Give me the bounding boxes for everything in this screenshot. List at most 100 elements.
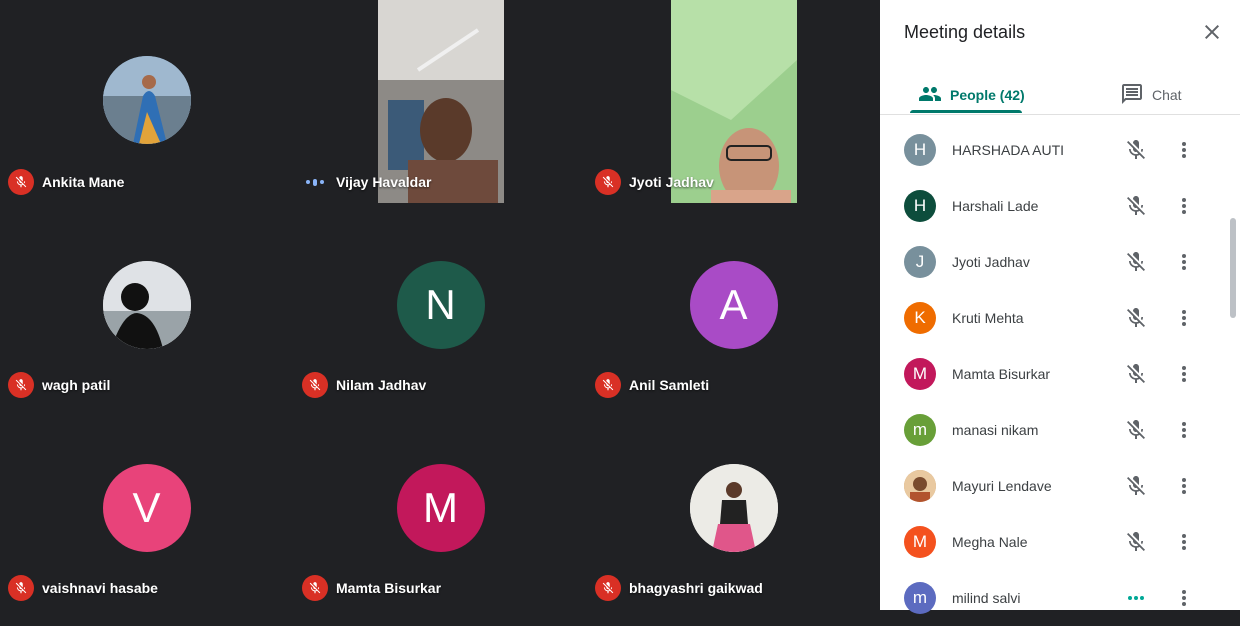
avatar: H <box>904 190 936 222</box>
participant-tile[interactable]: A Anil Samleti <box>587 203 880 406</box>
video-grid: Ankita Mane Vijay Havaldar Jyoti Jadhav … <box>0 0 880 610</box>
list-item[interactable]: H HARSHADA AUTI <box>880 122 1230 178</box>
panel-title: Meeting details <box>904 22 1026 42</box>
person-name: Kruti Mehta <box>952 310 1024 326</box>
list-item[interactable]: J Jyoti Jadhav <box>880 234 1230 290</box>
mic-off-icon[interactable] <box>1124 250 1148 274</box>
avatar <box>904 470 936 502</box>
more-options-icon[interactable] <box>1172 362 1196 386</box>
more-options-icon[interactable] <box>1172 586 1196 610</box>
more-options-icon[interactable] <box>1172 418 1196 442</box>
mic-off-icon <box>302 372 328 398</box>
panel-scrollbar[interactable] <box>1230 218 1236 318</box>
participant-tile[interactable]: Vijay Havaldar <box>294 0 587 203</box>
mic-off-icon[interactable] <box>1124 138 1148 162</box>
more-options-icon[interactable] <box>1172 194 1196 218</box>
person-name: Mayuri Lendave <box>952 478 1052 494</box>
participant-name: vaishnavi hasabe <box>42 580 158 596</box>
mic-off-icon[interactable] <box>1124 418 1148 442</box>
participant-initial-avatar: A <box>689 261 778 349</box>
divider <box>880 114 1240 115</box>
avatar: m <box>904 414 936 446</box>
chat-icon <box>1120 82 1144 109</box>
more-options-icon[interactable] <box>1172 306 1196 330</box>
person-name: Jyoti Jadhav <box>952 254 1030 270</box>
avatar: J <box>904 246 936 278</box>
active-tab-indicator <box>910 110 1022 113</box>
participant-name-row: Ankita Mane <box>8 169 124 195</box>
close-icon[interactable] <box>1200 20 1224 44</box>
mic-off-icon <box>8 169 34 195</box>
mic-off-icon <box>595 372 621 398</box>
avatar: H <box>904 134 936 166</box>
participant-photo-avatar <box>102 261 191 349</box>
list-item[interactable]: M Mamta Bisurkar <box>880 346 1230 402</box>
participant-name: Anil Samleti <box>629 377 710 393</box>
participant-photo-avatar <box>102 56 191 144</box>
person-name: Harshali Lade <box>952 198 1039 214</box>
tab-chat-label: Chat <box>1152 87 1182 103</box>
participant-tile[interactable]: M Mamta Bisurkar <box>294 406 587 609</box>
person-name: milind salvi <box>952 590 1021 606</box>
avatar: m <box>904 582 936 614</box>
list-item[interactable]: M Megha Nale <box>880 514 1230 570</box>
participant-name: wagh patil <box>42 377 111 393</box>
participant-tile[interactable]: V vaishnavi hasabe <box>0 406 293 609</box>
participant-name-row: Nilam Jadhav <box>302 372 426 398</box>
participant-photo-avatar <box>689 464 778 552</box>
participant-initial-avatar: V <box>102 464 191 552</box>
people-icon <box>918 82 942 109</box>
participant-tile[interactable]: Ankita Mane <box>0 0 293 203</box>
mic-off-icon <box>8 575 34 601</box>
participant-name: Ankita Mane <box>42 174 125 190</box>
participant-name-row: Jyoti Jadhav <box>595 169 714 195</box>
avatar: M <box>904 526 936 558</box>
more-options-icon[interactable] <box>1172 138 1196 162</box>
speaking-indicator-icon <box>302 169 328 195</box>
speaking-indicator-icon <box>1124 586 1148 610</box>
mic-off-icon[interactable] <box>1124 530 1148 554</box>
participant-name: Mamta Bisurkar <box>336 580 442 596</box>
more-options-icon[interactable] <box>1172 530 1196 554</box>
list-item[interactable]: m manasi nikam <box>880 402 1230 458</box>
participant-tile[interactable]: wagh patil <box>0 203 293 406</box>
list-item[interactable]: Mayuri Lendave <box>880 458 1230 514</box>
tab-people[interactable]: People (42) <box>918 76 1025 114</box>
participant-name: bhagyashri gaikwad <box>629 580 763 596</box>
more-options-icon[interactable] <box>1172 250 1196 274</box>
list-item[interactable]: K Kruti Mehta <box>880 290 1230 346</box>
meeting-details-panel: Meeting details People (42) Chat H HARSH… <box>880 0 1240 614</box>
mic-off-icon[interactable] <box>1124 194 1148 218</box>
person-name: Mamta Bisurkar <box>952 366 1051 382</box>
mic-off-icon <box>302 575 328 601</box>
participant-name: Jyoti Jadhav <box>629 174 714 190</box>
tab-chat[interactable]: Chat <box>1120 76 1182 114</box>
person-name: manasi nikam <box>952 422 1039 438</box>
tab-people-label: People (42) <box>950 87 1025 103</box>
participant-name: Vijay Havaldar <box>336 174 432 190</box>
list-item[interactable]: m milind salvi <box>880 570 1230 626</box>
participant-tile[interactable]: N Nilam Jadhav <box>294 203 587 406</box>
participant-name-row: vaishnavi hasabe <box>8 575 158 601</box>
mic-off-icon <box>8 372 34 398</box>
participant-initial-avatar: M <box>396 464 485 552</box>
person-name: Megha Nale <box>952 534 1028 550</box>
person-name: HARSHADA AUTI <box>952 142 1065 158</box>
participant-tile[interactable]: Jyoti Jadhav <box>587 0 880 203</box>
mic-off-icon[interactable] <box>1124 306 1148 330</box>
mic-off-icon[interactable] <box>1124 362 1148 386</box>
more-options-icon[interactable] <box>1172 474 1196 498</box>
participant-name-row: Mamta Bisurkar <box>302 575 441 601</box>
mic-off-icon[interactable] <box>1124 474 1148 498</box>
participant-name-row: bhagyashri gaikwad <box>595 575 763 601</box>
list-item[interactable]: H Harshali Lade <box>880 178 1230 234</box>
participant-name-row: Anil Samleti <box>595 372 709 398</box>
mic-off-icon <box>595 169 621 195</box>
avatar: K <box>904 302 936 334</box>
participant-name-row: Vijay Havaldar <box>302 169 431 195</box>
participant-name-row: wagh patil <box>8 372 110 398</box>
participant-initial-avatar: N <box>396 261 485 349</box>
participant-tile[interactable]: bhagyashri gaikwad <box>587 406 880 609</box>
avatar: M <box>904 358 936 390</box>
mic-off-icon <box>595 575 621 601</box>
